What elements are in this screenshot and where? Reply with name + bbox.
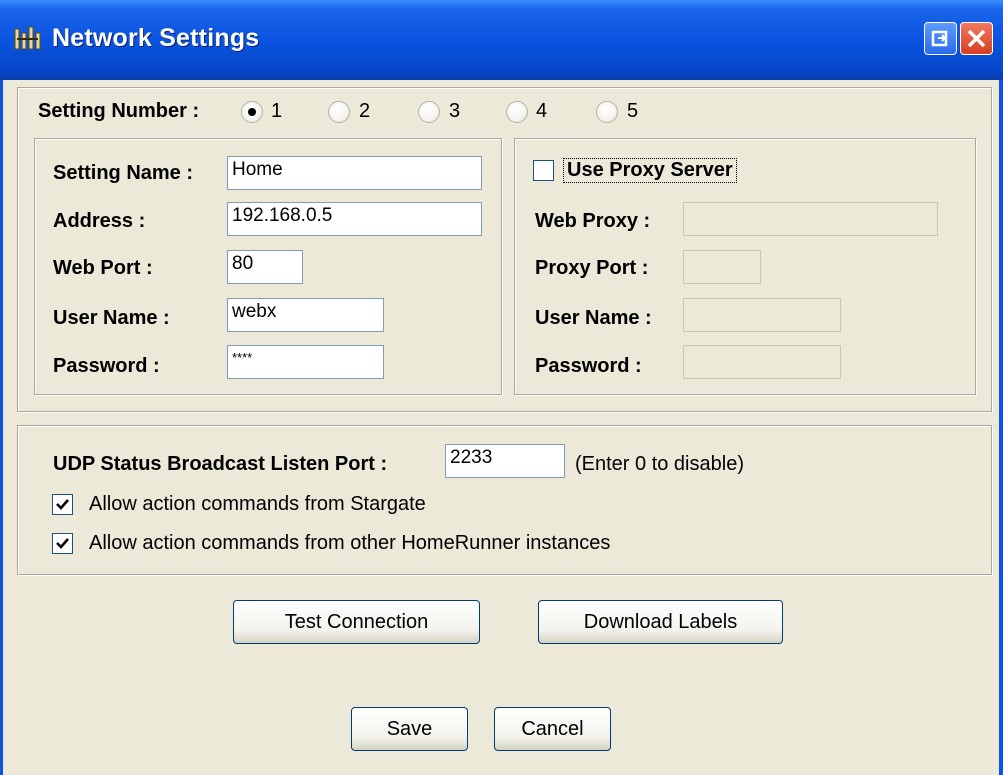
test-connection-button[interactable]: Test Connection [233,600,480,644]
setting-name-label: Setting Name : [53,162,194,184]
web-proxy-input[interactable] [683,202,938,236]
allow-homerunner-label: Allow action commands from other HomeRun… [89,532,611,554]
setting-radio-2[interactable] [328,101,350,123]
setting-number-label: Setting Number : [38,100,200,122]
setting-radio-1-label: 1 [271,100,283,122]
proxy-port-input[interactable] [683,250,761,284]
use-proxy-label: Use Proxy Server [563,158,737,183]
restore-icon [931,30,948,47]
allow-stargate-checkbox[interactable] [52,494,73,515]
checkmark-icon [56,538,69,549]
user-name-label: User Name : [53,307,170,329]
udp-port-hint: (Enter 0 to disable) [575,453,744,475]
address-label: Address : [53,210,146,232]
setting-radio-4[interactable] [506,101,528,123]
web-proxy-label: Web Proxy : [535,210,651,232]
title-bar[interactable]: Network Settings [0,0,1003,80]
udp-port-input[interactable]: 2233 [445,444,565,478]
setting-radio-5-label: 5 [627,100,639,122]
radio-selected-dot [248,108,256,116]
restore-button[interactable] [924,22,957,55]
setting-radio-2-label: 2 [359,100,371,122]
password-label: Password : [53,355,160,377]
password-input[interactable]: **** [227,345,384,379]
setting-radio-4-label: 4 [536,100,548,122]
proxy-port-label: Proxy Port : [535,257,649,279]
save-button[interactable]: Save [351,707,468,751]
proxy-password-input[interactable] [683,345,841,379]
setting-radio-1[interactable] [241,101,263,123]
web-port-label: Web Port : [53,257,153,279]
user-name-input[interactable]: webx [227,298,384,332]
proxy-user-name-input[interactable] [683,298,841,332]
setting-radio-3-label: 3 [449,100,461,122]
web-port-input[interactable]: 80 [227,250,303,284]
window-title: Network Settings [52,24,260,52]
allow-stargate-label: Allow action commands from Stargate [89,493,426,515]
address-input[interactable]: 192.168.0.5 [227,202,482,236]
proxy-user-name-label: User Name : [535,307,652,329]
dialog-body: Setting Number : 1 2 3 4 5 Setting Name … [3,80,999,775]
setting-radio-3[interactable] [418,101,440,123]
setting-radio-5[interactable] [596,101,618,123]
close-icon [967,29,986,48]
close-button[interactable] [960,22,993,55]
network-settings-icon [13,25,43,53]
network-settings-window: Network Settings Setting Number : 1 2 3 … [0,0,1003,775]
use-proxy-checkbox[interactable] [533,160,554,181]
udp-port-label: UDP Status Broadcast Listen Port : [53,453,388,475]
setting-name-input[interactable]: Home [227,156,482,190]
allow-homerunner-checkbox[interactable] [52,533,73,554]
cancel-button[interactable]: Cancel [494,707,611,751]
proxy-password-label: Password : [535,355,642,377]
checkmark-icon [56,499,69,510]
download-labels-button[interactable]: Download Labels [538,600,783,644]
